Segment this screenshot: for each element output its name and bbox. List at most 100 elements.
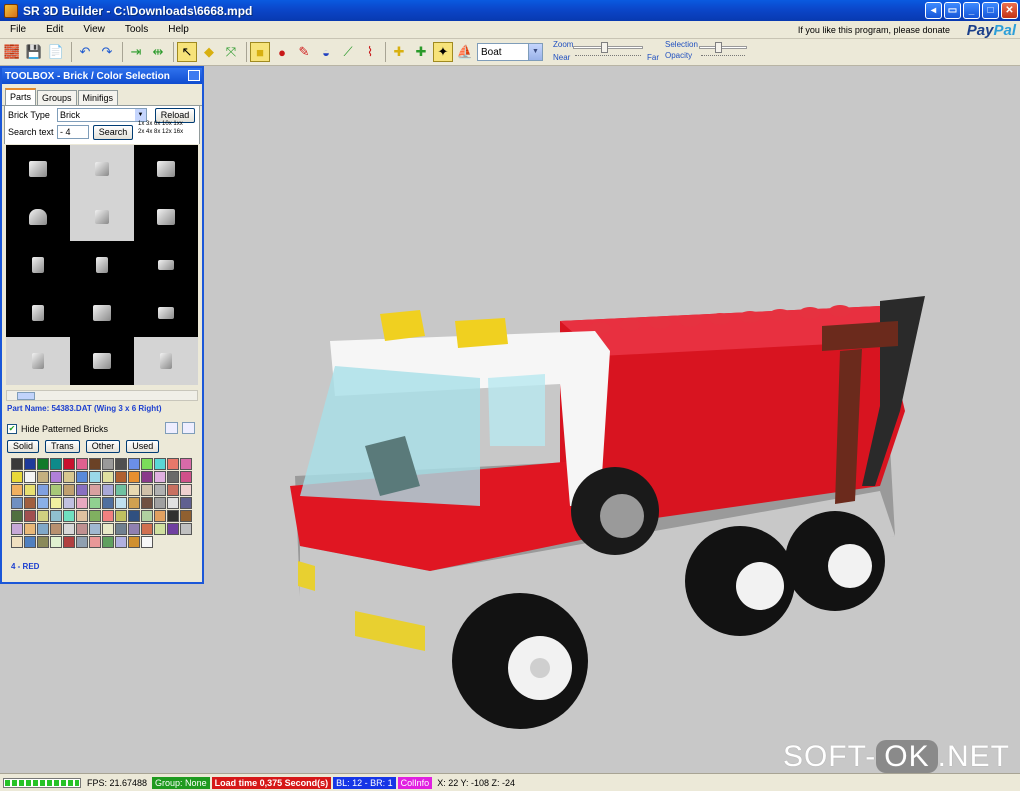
color-swatch[interactable] xyxy=(141,471,153,483)
color-swatch[interactable] xyxy=(102,497,114,509)
view-mode-icon[interactable] xyxy=(165,422,178,434)
color-swatch[interactable] xyxy=(63,523,75,535)
menu-help[interactable]: Help xyxy=(158,24,199,35)
menu-view[interactable]: View xyxy=(73,24,115,35)
color-swatch[interactable] xyxy=(11,510,23,522)
size-filter[interactable]: 2x xyxy=(138,129,144,135)
size-filter[interactable]: 4x xyxy=(146,129,152,135)
color-swatch[interactable] xyxy=(11,471,23,483)
color-swatch[interactable] xyxy=(89,471,101,483)
maximize-icon[interactable]: □ xyxy=(982,2,999,19)
color-swatch[interactable] xyxy=(167,510,179,522)
color-swatch[interactable] xyxy=(102,523,114,535)
pointer-tool-icon[interactable]: ↖ xyxy=(177,42,197,62)
part-thumbnail[interactable] xyxy=(134,337,198,385)
parts-scrollbar[interactable] xyxy=(6,390,198,401)
color-swatch[interactable] xyxy=(11,497,23,509)
search-button[interactable]: Search xyxy=(93,125,133,140)
size-filter[interactable]: 1x xyxy=(138,121,144,127)
toolbox-title-bar[interactable]: TOOLBOX - Brick / Color Selection xyxy=(2,68,202,84)
color-swatch[interactable] xyxy=(76,458,88,470)
color-swatch[interactable] xyxy=(63,484,75,496)
color-swatch[interactable] xyxy=(154,471,166,483)
color-swatch[interactable] xyxy=(167,497,179,509)
size-filter[interactable]: 6x xyxy=(154,121,160,127)
color-swatch[interactable] xyxy=(115,471,127,483)
color-swatch[interactable] xyxy=(37,471,49,483)
color-swatch[interactable] xyxy=(141,523,153,535)
flex-icon[interactable]: ⌇ xyxy=(360,42,380,62)
minimize-icon[interactable]: _ xyxy=(963,2,980,19)
color-swatch[interactable] xyxy=(115,497,127,509)
paint-icon[interactable]: ✎ xyxy=(294,42,314,62)
part-thumbnail[interactable] xyxy=(70,145,134,193)
color-swatch[interactable] xyxy=(76,536,88,548)
color-swatch[interactable] xyxy=(141,497,153,509)
color-swatch[interactable] xyxy=(24,484,36,496)
menu-file[interactable]: File xyxy=(0,24,36,35)
save-icon[interactable]: 💾 xyxy=(24,42,44,62)
part-thumbnail[interactable] xyxy=(6,241,70,289)
color-swatch[interactable] xyxy=(76,523,88,535)
paypal-logo[interactable]: PayPal xyxy=(967,22,1016,39)
color-swatch[interactable] xyxy=(63,497,75,509)
color-swatch[interactable] xyxy=(167,523,179,535)
color-swatch[interactable] xyxy=(24,497,36,509)
color-swatch[interactable] xyxy=(128,536,140,548)
tab-parts[interactable]: Parts xyxy=(5,88,37,105)
part-thumbnail[interactable] xyxy=(70,337,134,385)
part-thumbnail[interactable] xyxy=(6,289,70,337)
color-swatch[interactable] xyxy=(37,523,49,535)
color-swatch[interactable] xyxy=(180,510,192,522)
color-pick-icon[interactable]: ◒ xyxy=(316,42,336,62)
color-swatch[interactable] xyxy=(11,536,23,548)
size-filter[interactable]: 8x xyxy=(154,129,160,135)
zoom-slider-thumb[interactable] xyxy=(601,42,608,53)
color-swatch[interactable] xyxy=(11,484,23,496)
color-swatch[interactable] xyxy=(50,536,62,548)
color-swatch[interactable] xyxy=(128,497,140,509)
color-swatch[interactable] xyxy=(180,497,192,509)
size-filter[interactable]: 16x xyxy=(173,129,183,135)
color-swatch[interactable] xyxy=(37,497,49,509)
color-swatch[interactable] xyxy=(63,536,75,548)
color-swatch[interactable] xyxy=(167,484,179,496)
new-file-icon[interactable]: 📄 xyxy=(46,42,66,62)
color-swatch[interactable] xyxy=(89,536,101,548)
solid-button[interactable]: Solid xyxy=(7,440,40,453)
move-split-icon[interactable]: ⇹ xyxy=(148,42,168,62)
color-swatch[interactable] xyxy=(154,497,166,509)
color-swatch[interactable] xyxy=(128,510,140,522)
color-swatch[interactable] xyxy=(24,471,36,483)
color-swatch[interactable] xyxy=(102,484,114,496)
color-swatch[interactable] xyxy=(128,484,140,496)
yellow-brick-icon[interactable]: ■ xyxy=(250,42,270,62)
stretch-icon[interactable]: ⟋ xyxy=(338,42,358,62)
color-swatch[interactable] xyxy=(141,484,153,496)
panel-pin-icon[interactable] xyxy=(188,70,200,81)
part-thumbnail[interactable] xyxy=(134,193,198,241)
opacity-slider-track[interactable] xyxy=(699,46,747,49)
size-filter[interactable]: 12x xyxy=(162,129,172,135)
color-swatch[interactable] xyxy=(180,523,192,535)
color-swatch[interactable] xyxy=(89,458,101,470)
hide-patterned-row[interactable]: ✔ Hide Patterned Bricks xyxy=(7,424,108,434)
color-swatch[interactable] xyxy=(115,458,127,470)
color-swatch[interactable] xyxy=(141,510,153,522)
color-swatch[interactable] xyxy=(63,471,75,483)
redo-icon[interactable]: ↷ xyxy=(97,42,117,62)
color-swatch[interactable] xyxy=(76,471,88,483)
color-swatch[interactable] xyxy=(50,510,62,522)
window-extra-icon[interactable]: ▭ xyxy=(944,2,961,19)
restore-extra-icon[interactable]: ◂ xyxy=(925,2,942,19)
part-thumbnail[interactable] xyxy=(70,241,134,289)
menu-edit[interactable]: Edit xyxy=(36,24,73,35)
color-swatch[interactable] xyxy=(115,484,127,496)
tab-minifigs[interactable]: Minifigs xyxy=(77,90,119,105)
part-thumbnail[interactable] xyxy=(134,145,198,193)
part-thumbnail[interactable] xyxy=(134,289,198,337)
opacity-slider-thumb[interactable] xyxy=(715,42,722,53)
color-swatch[interactable] xyxy=(24,510,36,522)
other-button[interactable]: Other xyxy=(85,440,121,453)
red-brick-icon[interactable]: ● xyxy=(272,42,292,62)
